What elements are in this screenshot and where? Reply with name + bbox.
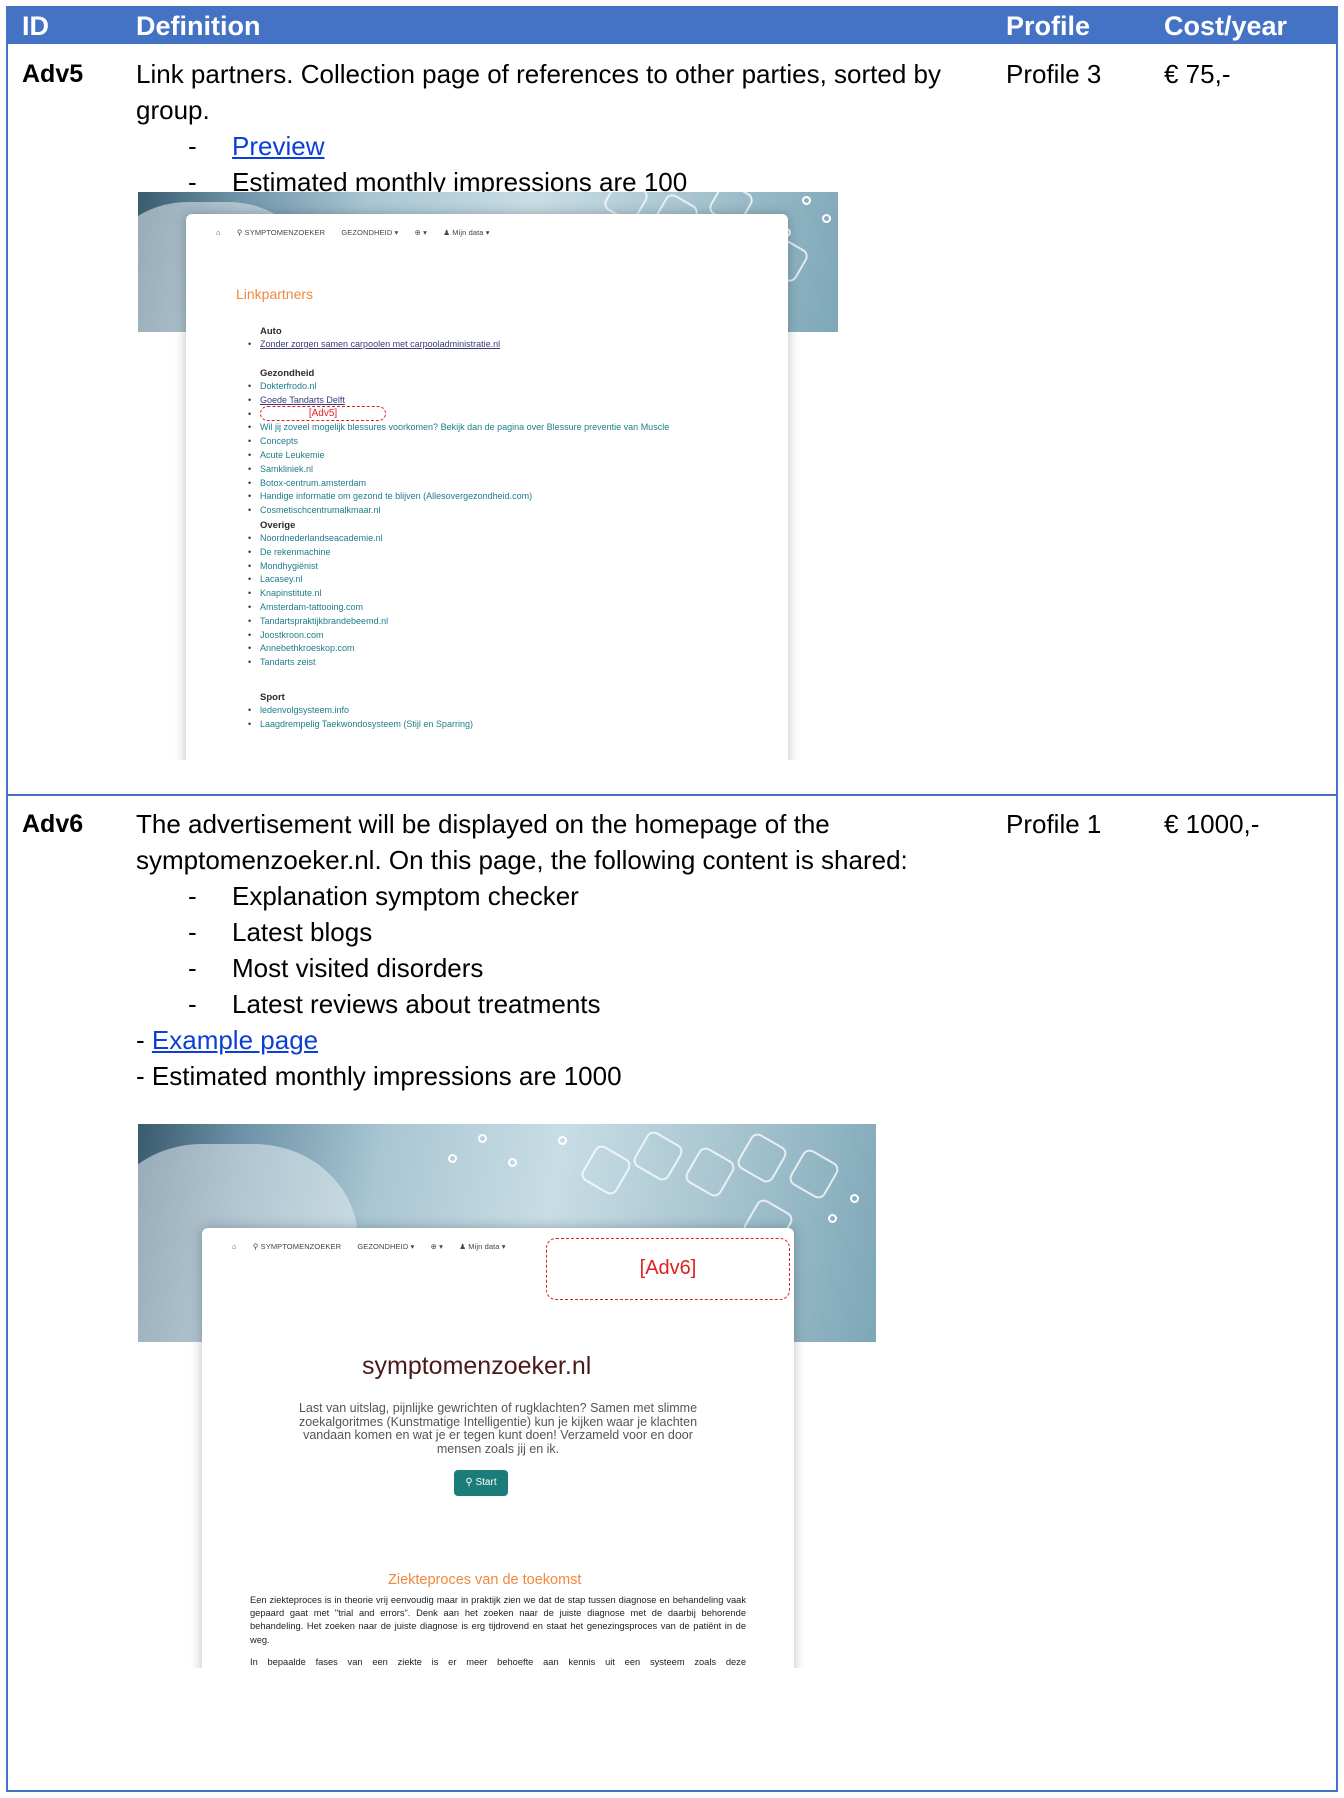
- group-list: ledenvolgsysteem.info Laagdrempelig Taek…: [248, 704, 473, 732]
- section-title: Ziekteproces van de toekomst: [388, 1572, 582, 1588]
- list-item[interactable]: Samkliniek.nl: [248, 463, 669, 477]
- nav-mijn-data[interactable]: ♟ Mijn data ▾: [443, 228, 489, 237]
- nav-mijn-data[interactable]: ♟ Mijn data ▾: [459, 1242, 505, 1251]
- list-item[interactable]: Botox-centrum.amsterdam: [248, 477, 669, 491]
- list-item[interactable]: Knapinstitute.nl: [248, 587, 388, 601]
- row-divider: [8, 794, 1336, 796]
- search-nav[interactable]: ⚲ SYMPTOMENZOEKER: [237, 228, 325, 237]
- home-icon[interactable]: ⌂: [216, 228, 221, 237]
- linkpartners-screenshot: ⌂ ⚲ SYMPTOMENZOEKER GEZONDHEID ▾ ⊕ ▾ ♟ M…: [138, 192, 838, 760]
- ad-pricing-table: ID Definition Profile Cost/year Adv5 Lin…: [6, 6, 1338, 1792]
- list-item[interactable]: Mondhygiënist: [248, 560, 388, 574]
- group-list: Noordnederlandseacademie.nl De rekenmach…: [248, 532, 388, 670]
- section-body: In bepaalde fases van een ziekte is er m…: [250, 1657, 746, 1667]
- definition-line: Link partners. Collection page of refere…: [136, 59, 941, 89]
- content-bullet: Explanation symptom checker: [232, 881, 579, 911]
- cost-value: € 1000,-: [1164, 809, 1260, 839]
- nav-gezondheid[interactable]: GEZONDHEID ▾: [357, 1242, 414, 1251]
- group-heading: Gezondheid: [260, 368, 315, 379]
- linkpartners-page: ⌂ ⚲ SYMPTOMENZOEKER GEZONDHEID ▾ ⊕ ▾ ♟ M…: [186, 214, 788, 760]
- adv6-placeholder: [Adv6]: [546, 1238, 790, 1300]
- group-list: Dokterfrodo.nl Goede Tandarts Delft Wil …: [248, 380, 669, 518]
- list-item[interactable]: Zonder zorgen samen carpoolen met carpoo…: [248, 338, 500, 352]
- row-id-adv6: Adv6: [22, 810, 84, 838]
- list-item[interactable]: Tandartspraktijkbrandebeemd.nl: [248, 615, 388, 629]
- row-id-adv5: Adv5: [22, 60, 84, 88]
- example-page-link[interactable]: Example page: [152, 1025, 318, 1055]
- bullet-dash: -: [188, 953, 197, 983]
- list-item[interactable]: Cosmetischcentrumalkmaar.nl: [248, 504, 669, 518]
- bullet-dash: -: [188, 881, 197, 911]
- header-profile: Profile: [1006, 11, 1091, 41]
- list-item[interactable]: Lacasey.nl: [248, 573, 388, 587]
- content-bullet: Most visited disorders: [232, 953, 484, 983]
- list-item[interactable]: Annebethkroeskop.com: [248, 642, 388, 656]
- section-body: Een ziekteproces is in theorie vrij eenv…: [250, 1595, 746, 1645]
- list-item[interactable]: Wil jij zoveel mogelijk blessures voorko…: [248, 421, 669, 435]
- list-item[interactable]: Joostkroon.com: [248, 629, 388, 643]
- group-heading: Auto: [260, 326, 282, 337]
- site-nav: ⌂ ⚲ SYMPTOMENZOEKER GEZONDHEID ▾ ⊕ ▾ ♟ M…: [232, 1242, 520, 1251]
- example-page-line: - Example page: [136, 1025, 319, 1055]
- list-item[interactable]: Tandarts zeist: [248, 656, 388, 670]
- table-header: ID Definition Profile Cost/year: [8, 8, 1336, 44]
- site-intro: Last van uitslag, pijnlijke gewrichten o…: [298, 1401, 698, 1456]
- homepage-page: ⌂ ⚲ SYMPTOMENZOEKER GEZONDHEID ▾ ⊕ ▾ ♟ M…: [202, 1228, 794, 1668]
- list-item[interactable]: Handige informatie om gezond te blijven …: [248, 490, 669, 504]
- bullet-dash: -: [188, 917, 197, 947]
- globe-icon[interactable]: ⊕ ▾: [415, 228, 427, 237]
- linkpartners-title: Linkpartners: [236, 286, 314, 302]
- impressions-text: - Estimated monthly impressions are 1000: [136, 1061, 622, 1091]
- definition-line: group.: [136, 95, 210, 125]
- search-nav[interactable]: ⚲ SYMPTOMENZOEKER: [253, 1242, 341, 1251]
- start-button[interactable]: ⚲ Start: [454, 1470, 508, 1496]
- list-item[interactable]: Acute Leukemie: [248, 449, 669, 463]
- site-title: symptomenzoeker.nl: [362, 1352, 592, 1380]
- preview-link[interactable]: Preview: [232, 128, 324, 164]
- group-list: Zonder zorgen samen carpoolen met carpoo…: [248, 338, 500, 352]
- adv5-placeholder: [Adv5]: [260, 406, 386, 421]
- profile-value: Profile 1: [1006, 809, 1102, 839]
- definition-line: symptomenzoeker.nl. On this page, the fo…: [136, 845, 908, 875]
- globe-icon[interactable]: ⊕ ▾: [431, 1242, 443, 1251]
- list-item[interactable]: De rekenmachine: [248, 546, 388, 560]
- definition-line: The advertisement will be displayed on t…: [136, 809, 830, 839]
- home-icon[interactable]: ⌂: [232, 1242, 237, 1251]
- list-item[interactable]: Amsterdam-tattooing.com: [248, 601, 388, 615]
- nav-gezondheid[interactable]: GEZONDHEID ▾: [341, 228, 398, 237]
- bullet-dash: -: [188, 989, 197, 1019]
- homepage-screenshot: ⌂ ⚲ SYMPTOMENZOEKER GEZONDHEID ▾ ⊕ ▾ ♟ M…: [138, 1124, 876, 1668]
- header-definition: Definition: [136, 11, 261, 41]
- list-item[interactable]: Laagdrempelig Taekwondosysteem (Stijl en…: [248, 718, 473, 732]
- list-item[interactable]: Concepts: [248, 435, 669, 449]
- profile-value: Profile 3: [1006, 59, 1102, 89]
- header-cost: Cost/year: [1164, 11, 1288, 41]
- list-item[interactable]: Dokterfrodo.nl: [248, 380, 669, 394]
- cost-value: € 75,-: [1164, 59, 1231, 89]
- content-bullet: Latest blogs: [232, 917, 373, 947]
- site-nav: ⌂ ⚲ SYMPTOMENZOEKER GEZONDHEID ▾ ⊕ ▾ ♟ M…: [216, 228, 504, 237]
- header-id: ID: [22, 11, 49, 41]
- list-item[interactable]: ledenvolgsysteem.info: [248, 704, 473, 718]
- bullet-dash: -: [188, 131, 197, 161]
- content-bullet: Latest reviews about treatments: [232, 989, 601, 1019]
- group-heading: Overige: [260, 520, 296, 531]
- list-item[interactable]: Noordnederlandseacademie.nl: [248, 532, 388, 546]
- group-heading: Sport: [260, 692, 285, 703]
